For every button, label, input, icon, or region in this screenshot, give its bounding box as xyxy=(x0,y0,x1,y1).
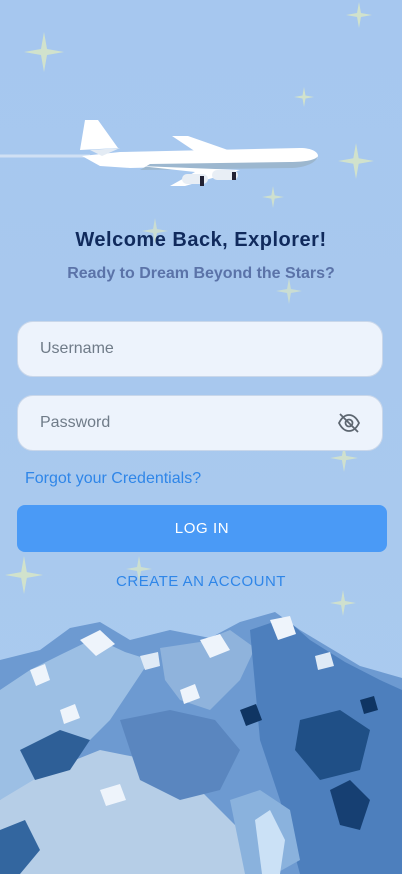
create-account-link[interactable]: CREATE AN ACCOUNT xyxy=(0,573,402,590)
username-field[interactable] xyxy=(17,321,383,377)
welcome-title: Welcome Back, Explorer! xyxy=(75,229,327,251)
sparkle-icon xyxy=(338,143,374,179)
password-field[interactable] xyxy=(17,395,383,451)
sparkle-icon xyxy=(346,2,372,28)
password-input[interactable] xyxy=(38,413,336,433)
sparkle-icon xyxy=(24,32,64,72)
mountain-illustration xyxy=(0,612,402,874)
welcome-subtitle: Ready to Dream Beyond the Stars? xyxy=(67,265,335,282)
sparkle-icon xyxy=(294,87,314,107)
eye-off-icon[interactable] xyxy=(336,410,362,436)
login-button[interactable]: LOG IN xyxy=(17,505,387,552)
airplane-illustration xyxy=(0,120,318,186)
forgot-credentials-link[interactable]: Forgot your Credentials? xyxy=(25,470,201,488)
username-input[interactable] xyxy=(38,339,362,359)
